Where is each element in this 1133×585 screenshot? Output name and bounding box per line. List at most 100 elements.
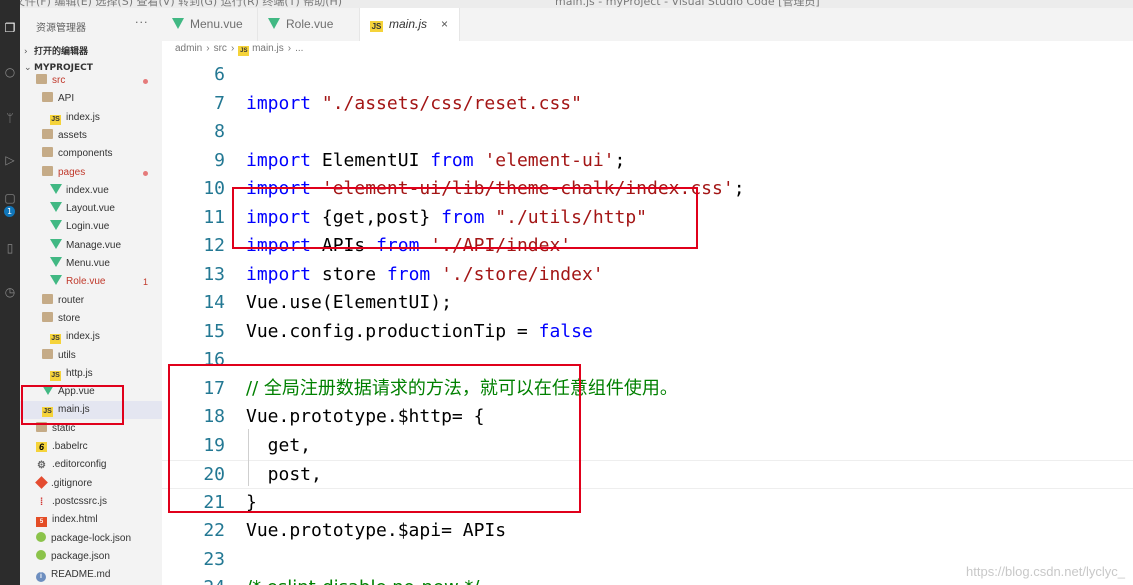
tree-item-label: .babelrc	[52, 441, 88, 452]
tree-item[interactable]: Login.vue	[20, 218, 162, 236]
config-file-icon: ⚙	[37, 460, 46, 472]
code-line: 7 import "./assets/css/reset.css"	[162, 90, 1133, 119]
code-text: Vue.use(ElementUI);	[246, 292, 452, 313]
timeline-icon[interactable]: ◷	[2, 284, 18, 300]
explorer-sidebar: 资源管理器 ··· › 打开的编辑器 ⌄ MYPROJECT src API JS ind…	[20, 8, 162, 585]
tree-item[interactable]: 6 .babelrc	[20, 438, 162, 456]
watermark: https://blog.csdn.net/lyclyc_	[966, 564, 1125, 579]
more-actions-button[interactable]: ···	[135, 16, 149, 29]
tab-role-vue[interactable]: Role.vue	[258, 8, 360, 41]
tree-item[interactable]: package.json	[20, 548, 162, 566]
tree-item-label: store	[58, 312, 81, 324]
modified-dot	[143, 170, 148, 176]
tree-item[interactable]: ⁞ .postcssrc.js	[20, 493, 162, 511]
code-line: 13 import store from './store/index'	[162, 261, 1133, 290]
tree-item-label: .postcssrc.js	[52, 495, 108, 507]
code-text: import ElementUI from 'element-ui';	[246, 149, 626, 171]
code-line: 15 Vue.config.productionTip = false	[162, 318, 1133, 347]
tree-item[interactable]: Role.vue 1	[20, 273, 162, 291]
tree-item[interactable]: store	[20, 310, 162, 328]
breadcrumb-main-js[interactable]: main.js	[252, 43, 284, 54]
tree-item[interactable]: assets	[20, 127, 162, 145]
code-line: 8	[162, 118, 1133, 147]
line-number: 7	[214, 92, 225, 114]
vue-file-icon	[50, 238, 62, 249]
tree-item[interactable]: JS index.js	[20, 328, 162, 346]
source-control-icon[interactable]: ᛘ	[2, 110, 18, 126]
line-number: 14	[203, 292, 225, 313]
tree-item[interactable]: .gitignore	[20, 475, 162, 493]
code-text: /* eslint-disable no-new */	[246, 574, 480, 585]
tree-item-label: index.vue	[66, 184, 109, 196]
breadcrumb-admin[interactable]: admin	[175, 43, 202, 54]
tree-item[interactable]: pages	[20, 164, 162, 182]
tree-item[interactable]: Menu.vue	[20, 255, 162, 273]
tree-item-label: index.js	[66, 111, 100, 123]
tree-item-label: http.js	[66, 367, 93, 379]
line-number: 15	[203, 320, 225, 342]
tree-item[interactable]: Manage.vue	[20, 237, 162, 255]
extensions-icon[interactable]: ▢	[2, 190, 18, 206]
folder-icon	[42, 128, 53, 139]
tree-item[interactable]: API	[20, 90, 162, 108]
code-text: Vue.prototype.$api= APIs	[246, 520, 507, 541]
tree-item[interactable]: Layout.vue	[20, 200, 162, 218]
close-icon[interactable]: ×	[441, 8, 448, 41]
tree-item-label: .gitignore	[51, 477, 93, 489]
search-icon[interactable]: ○	[2, 64, 18, 80]
vue-file-icon	[50, 257, 62, 267]
vue-file-icon	[268, 18, 280, 29]
tab-main-js[interactable]: JS main.js ×	[360, 8, 460, 41]
notification-badge: 1	[4, 206, 15, 217]
editor-tabs: Menu.vue Role.vue JS main.js ×	[162, 8, 1133, 41]
vue-file-icon	[50, 275, 62, 286]
folder-icon	[42, 92, 53, 103]
tree-item[interactable]: JS http.js	[20, 365, 162, 383]
line-number: 24	[172, 574, 225, 585]
tree-item[interactable]: src	[20, 72, 162, 90]
vue-file-icon	[172, 18, 184, 29]
vue-file-icon	[50, 183, 62, 194]
line-number: 23	[203, 548, 225, 570]
breadcrumb-src[interactable]: src	[214, 43, 227, 54]
tree-item-label: API	[58, 93, 75, 105]
tree-item-label: Layout.vue	[66, 203, 115, 215]
tree-item[interactable]: package-lock.json	[20, 530, 162, 548]
tree-item[interactable]: JS index.js	[20, 109, 162, 127]
code-text: Vue.config.productionTip = false	[246, 320, 593, 342]
js-file-icon: JS	[50, 334, 61, 345]
tree-item-label: utils	[58, 349, 76, 361]
folder-icon	[42, 147, 53, 158]
folder-icon	[36, 74, 47, 84]
git-file-icon	[35, 475, 48, 489]
highlight-box-main-js	[21, 385, 124, 425]
tree-item[interactable]: index.vue	[20, 182, 162, 200]
js-file-icon: JS	[238, 46, 250, 56]
tree-item-label: Menu.vue	[66, 258, 110, 269]
postcss-file-icon: ⁞	[39, 496, 44, 508]
menu-bar[interactable]: 文件(F) 编辑(E) 选择(S) 查看(V) 转到(G) 运行(R) 终端(T…	[20, 0, 342, 8]
tree-item-label: pages	[58, 166, 86, 178]
tree-item[interactable]: components	[20, 145, 162, 163]
babel-file-icon: 6	[36, 442, 47, 452]
breadcrumb-symbol[interactable]: ...	[295, 43, 303, 54]
tree-item[interactable]: utils	[20, 347, 162, 365]
js-file-icon: JS	[370, 21, 383, 32]
vue-file-icon	[50, 202, 62, 213]
files-icon[interactable]: ❐	[2, 20, 18, 36]
code-line: 6	[162, 61, 1133, 90]
tree-item[interactable]: ⚙ .editorconfig	[20, 456, 162, 474]
info-file-icon: i	[36, 572, 46, 583]
tree-item-label: router	[58, 294, 85, 306]
tree-item[interactable]: i README.md	[20, 566, 162, 584]
explorer-title: 资源管理器	[36, 23, 86, 34]
problem-count: 1	[142, 277, 148, 288]
code-line: 9 import ElementUI from 'element-ui';	[162, 147, 1133, 176]
run-icon[interactable]: ▷	[2, 152, 18, 168]
open-editors-section[interactable]: › 打开的编辑器	[24, 44, 88, 57]
tab-menu-vue[interactable]: Menu.vue	[162, 8, 258, 41]
remote-icon[interactable]: ▯	[2, 240, 18, 256]
tree-item[interactable]: 5 index.html	[20, 511, 162, 529]
tree-item[interactable]: router	[20, 292, 162, 310]
code-line: 14 Vue.use(ElementUI);	[162, 289, 1133, 318]
